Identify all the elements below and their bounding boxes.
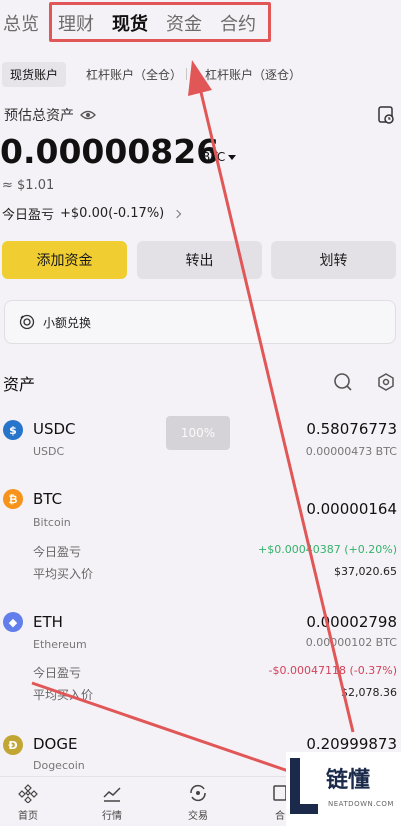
asset-symbol[interactable]: BTC [33, 490, 62, 508]
assets-title: 资产 [3, 375, 36, 394]
tab-overview[interactable]: 总览 [3, 10, 39, 36]
pnl-label: 今日盈亏 [2, 208, 55, 223]
nav-home-label: 首页 [18, 811, 38, 822]
asset-name: Ethereum [33, 638, 87, 651]
avg-price-label: 平均买入价 [33, 688, 94, 702]
annotation-box [49, 2, 271, 42]
nav-trade[interactable]: 交易 [168, 783, 228, 822]
balance-unit-select[interactable]: BTC [202, 150, 237, 164]
watermark-title: 链懂 [326, 768, 371, 793]
asset-amount: 0.00002798 [306, 613, 397, 631]
history-icon[interactable] [377, 105, 395, 125]
chevron-right-icon [173, 209, 182, 218]
small-convert-button[interactable]: 小额兑换 [4, 300, 396, 344]
settings-hex-icon[interactable] [377, 373, 395, 391]
withdraw-button[interactable]: 转出 [137, 241, 262, 279]
nav-markets-label: 行情 [102, 811, 122, 822]
add-funds-button[interactable]: 添加资金 [2, 241, 127, 279]
pnl-value: +$0.00040387 (+0.20%) [258, 543, 397, 556]
eth-icon: ◆ [3, 612, 23, 632]
subtab-cross-margin[interactable]: 杠杆账户（全仓） [86, 66, 182, 83]
asset-name: USDC [33, 445, 65, 458]
asset-symbol[interactable]: USDC [33, 420, 76, 438]
btc-icon: ₿ [3, 489, 23, 509]
asset-name: Dogecoin [33, 759, 85, 772]
balance-unit: BTC [202, 150, 226, 164]
search-icon[interactable] [333, 372, 353, 392]
nav-home[interactable]: 首页 [0, 783, 58, 822]
avg-price-label: 平均买入价 [33, 567, 94, 581]
pnl-value: +$0.00(-0.17%) [60, 206, 165, 221]
estimate-label: 预估总资产 [4, 108, 74, 124]
pnl-value: -$0.00047118 (-0.37%) [268, 664, 397, 677]
pnl-label: 今日盈亏 [33, 545, 82, 559]
percent-badge: 100% [166, 416, 230, 450]
small-convert-label: 小额兑换 [43, 315, 92, 330]
avg-price-value: $37,020.65 [334, 565, 397, 578]
asset-btc-value: 0.00000102 BTC [305, 636, 397, 649]
account-subtabs: 现货账户 杠杆账户（全仓） 杠杆账户（逐仓） [0, 61, 301, 87]
nav-futures-label: 合 [275, 811, 285, 822]
subtab-spot-account[interactable]: 现货账户 [2, 61, 67, 87]
today-pnl-row[interactable]: 今日盈亏 +$0.00(-0.17%) [2, 204, 182, 223]
asset-symbol[interactable]: ETH [33, 613, 63, 631]
eye-icon[interactable] [80, 110, 96, 120]
asset-amount: 0.20999873 [306, 735, 397, 753]
nav-trade-label: 交易 [188, 811, 208, 822]
binance-logo-icon [18, 784, 38, 803]
pnl-label: 今日盈亏 [33, 666, 82, 680]
nav-markets[interactable]: 行情 [82, 783, 142, 822]
asset-amount: 0.00000164 [306, 500, 397, 518]
estimate-label-row: 预估总资产 [4, 105, 96, 125]
doge-icon: Ð [3, 735, 23, 755]
asset-btc-value: 0.00000473 BTC [305, 445, 397, 458]
avg-price-value: $2,078.36 [341, 686, 397, 699]
watermark: 链懂 NEATDOWN.COM [286, 752, 401, 826]
caret-down-icon [228, 154, 237, 160]
subtab-isolated-margin[interactable]: 杠杆账户（逐仓） [205, 66, 301, 83]
neatdown-logo-icon [290, 758, 318, 814]
transfer-button[interactable]: 划转 [271, 241, 396, 279]
subtab-divider [186, 68, 188, 80]
asset-amount: 0.58076773 [306, 420, 397, 438]
watermark-sub: NEATDOWN.COM [328, 800, 394, 808]
approx-usd: ≈ $1.01 [2, 178, 55, 193]
chart-line-icon [103, 787, 121, 802]
asset-symbol[interactable]: DOGE [33, 735, 77, 753]
convert-icon [19, 314, 35, 330]
asset-name: Bitcoin [33, 516, 71, 529]
balance-value: 0.00000826 [0, 132, 220, 171]
usdc-icon: $ [3, 420, 23, 440]
trade-swap-icon [190, 784, 206, 802]
